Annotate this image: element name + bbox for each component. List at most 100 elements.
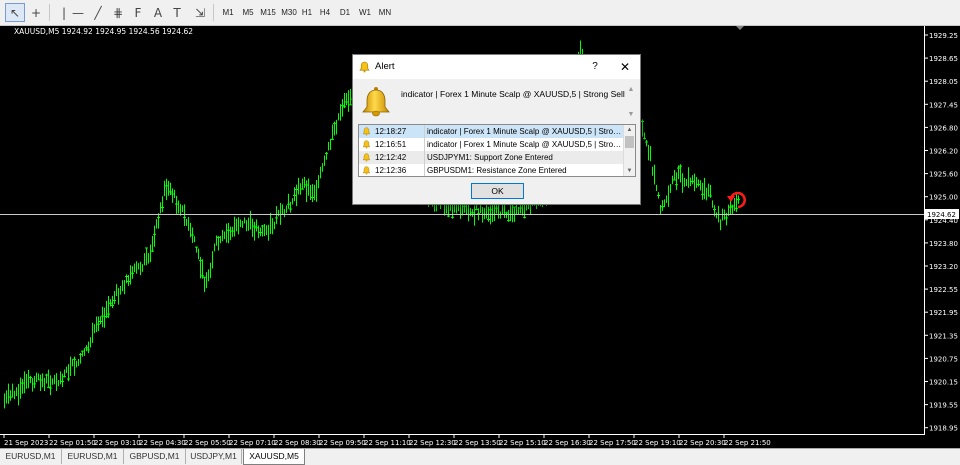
list-item[interactable]: 12:16:51 indicator | Forex 1 Minute Scal… (359, 138, 623, 151)
time-tick-label: 22 Sep 05:50 (184, 439, 231, 447)
tab-usdjpy-m1[interactable]: USDJPY,M1 (186, 449, 242, 464)
cursor-icon: ↖ (9, 5, 21, 20)
tab-eurusd-m1-2[interactable]: EURUSD,M1 (62, 449, 124, 464)
alert-text: USDJPYM1: Support Zone Entered (427, 153, 553, 162)
alert-text: indicator | Forex 1 Minute Scalp @ XAUUS… (427, 140, 622, 149)
alert-text: GBPUSDM1: Resistance Zone Entered (427, 166, 567, 175)
horizontal-line-icon: — (72, 5, 84, 20)
close-button[interactable]: ✕ (617, 55, 633, 79)
bell-icon (362, 127, 371, 136)
scroll-down-icon[interactable]: ▼ (624, 166, 635, 176)
time-tick-label: 21 Sep 2023 (4, 439, 48, 447)
arrows-tool-button[interactable]: ⇲ (190, 3, 210, 22)
price-tick-label: 1921.95 (929, 309, 958, 317)
channels-tool-button[interactable]: ⋕ (108, 3, 128, 22)
price-tick-label: 1928.05 (929, 78, 958, 86)
price-tick-label: 1922.55 (929, 286, 958, 294)
alert-time: 12:12:42 (375, 151, 425, 164)
scroll-thumb[interactable] (625, 136, 634, 148)
bell-icon (362, 166, 371, 175)
scroll-down-icon: ▼ (627, 111, 635, 118)
toolbar-separator (49, 4, 50, 21)
price-tick-label: 1925.60 (929, 171, 958, 179)
price-tick-label: 1920.75 (929, 355, 958, 363)
time-tick-label: 22 Sep 17:50 (589, 439, 636, 447)
alert-time: 12:16:51 (375, 138, 425, 151)
crosshair-tool-button[interactable]: + (26, 3, 46, 22)
arrows-icon: ⇲ (194, 5, 206, 20)
price-tick-label: 1921.35 (929, 332, 958, 340)
horizontal-line-tool-button[interactable]: — (68, 3, 88, 22)
timeframe-m30[interactable]: M30 (279, 6, 299, 20)
timeframe-h1[interactable]: H1 (300, 6, 314, 20)
channels-icon: ⋕ (112, 5, 124, 20)
time-tick-label: 22 Sep 19:10 (634, 439, 681, 447)
cursor-tool-button[interactable]: ↖ (5, 3, 25, 22)
list-scrollbar[interactable]: ▲ ▼ (623, 125, 635, 176)
alert-time: 12:12:36 (375, 164, 425, 176)
symbol-tab-bar: EURUSD,M1 EURUSD,M1 GBPUSD,M1 USDJPY,M1 … (0, 448, 960, 465)
bell-icon (359, 61, 370, 73)
time-tick-label: 22 Sep 03:10 (94, 439, 141, 447)
bell-icon (362, 140, 371, 149)
price-tick-label: 1926.80 (929, 124, 958, 132)
price-tick-label: 1923.20 (929, 263, 958, 271)
list-item[interactable]: 12:12:42 USDJPYM1: Support Zone Entered (359, 151, 623, 164)
timeframe-m1[interactable]: M1 (219, 6, 237, 20)
time-tick-label: 22 Sep 11:10 (364, 439, 411, 447)
timeframe-mn[interactable]: MN (377, 6, 393, 20)
text-tool-button[interactable]: A (148, 3, 168, 22)
tab-gbpusd-m1[interactable]: GBPUSD,M1 (124, 449, 186, 464)
price-tick-label: 1928.65 (929, 55, 958, 63)
list-item[interactable]: 12:18:27 indicator | Forex 1 Minute Scal… (359, 125, 623, 138)
time-tick-label: 22 Sep 20:30 (679, 439, 726, 447)
trendline-tool-button[interactable]: ╱ (88, 3, 108, 22)
message-scrollbar[interactable]: ▲ ▼ (627, 83, 635, 121)
timeframe-m5[interactable]: M5 (239, 6, 257, 20)
alert-message-text: indicator | Forex 1 Minute Scalp @ XAUUS… (401, 89, 625, 99)
ok-button[interactable]: OK (471, 183, 524, 199)
alert-time: 12:18:27 (375, 125, 425, 138)
tab-xauusd-m5[interactable]: XAUUSD,M5 (243, 449, 305, 465)
vertical-line-icon: | (61, 5, 67, 20)
timeframe-w1[interactable]: W1 (357, 6, 373, 20)
price-tick-label: 1918.95 (929, 425, 958, 433)
timeframe-m15[interactable]: M15 (258, 6, 278, 20)
current-price-label: 1924.62 (927, 211, 956, 219)
help-button[interactable]: ? (587, 55, 603, 79)
crosshair-icon: + (30, 5, 42, 20)
price-tick-label: 1926.20 (929, 148, 958, 156)
tab-eurusd-m1[interactable]: EURUSD,M1 (0, 449, 62, 464)
timeframe-h4[interactable]: H4 (318, 6, 332, 20)
time-tick-label: 22 Sep 09:50 (319, 439, 366, 447)
alert-history-list[interactable]: 12:18:27 indicator | Forex 1 Minute Scal… (358, 124, 636, 177)
time-tick-label: 22 Sep 15:10 (499, 439, 546, 447)
chart-shift-marker[interactable] (736, 26, 744, 30)
refresh-arrow-head (727, 196, 735, 202)
text-label-tool-button[interactable]: T (167, 3, 187, 22)
time-tick-label: 22 Sep 01:50 (49, 439, 96, 447)
alert-title: Alert (375, 61, 395, 72)
price-tick-label: 1925.00 (929, 194, 958, 202)
alert-message-area: indicator | Forex 1 Minute Scalp @ XAUUS… (357, 83, 637, 121)
fibonacci-tool-button[interactable]: F (128, 3, 148, 22)
alert-dialog: Alert ? ✕ indicator | Forex 1 Minute Sca… (352, 54, 641, 205)
toolbar: ↖ + | — ╱ ⋕ F A T ⇲ M1 M5 M15 M30 H1 H4 … (0, 0, 960, 26)
toolbar-separator (213, 4, 214, 21)
time-tick-label: 22 Sep 04:30 (139, 439, 186, 447)
alert-titlebar[interactable]: Alert ? ✕ (353, 55, 640, 79)
scroll-up-icon[interactable]: ▲ (624, 125, 635, 135)
time-tick-label: 22 Sep 16:30 (544, 439, 591, 447)
text-label-icon: T (173, 5, 181, 20)
price-tick-label: 1919.55 (929, 402, 958, 410)
time-tick-label: 22 Sep 07:10 (229, 439, 276, 447)
alert-text: indicator | Forex 1 Minute Scalp @ XAUUS… (427, 127, 622, 136)
text-icon: A (153, 5, 163, 20)
chart-symbol-title: XAUUSD,M5 1924.92 1924.95 1924.56 1924.6… (14, 27, 194, 36)
timeframe-d1[interactable]: D1 (338, 6, 352, 20)
bell-icon (362, 87, 390, 117)
time-tick-label: 22 Sep 08:30 (274, 439, 321, 447)
time-tick-label: 22 Sep 13:50 (454, 439, 501, 447)
price-tick-label: 1929.25 (929, 32, 958, 40)
list-item[interactable]: 12:12:36 GBPUSDM1: Resistance Zone Enter… (359, 164, 623, 176)
